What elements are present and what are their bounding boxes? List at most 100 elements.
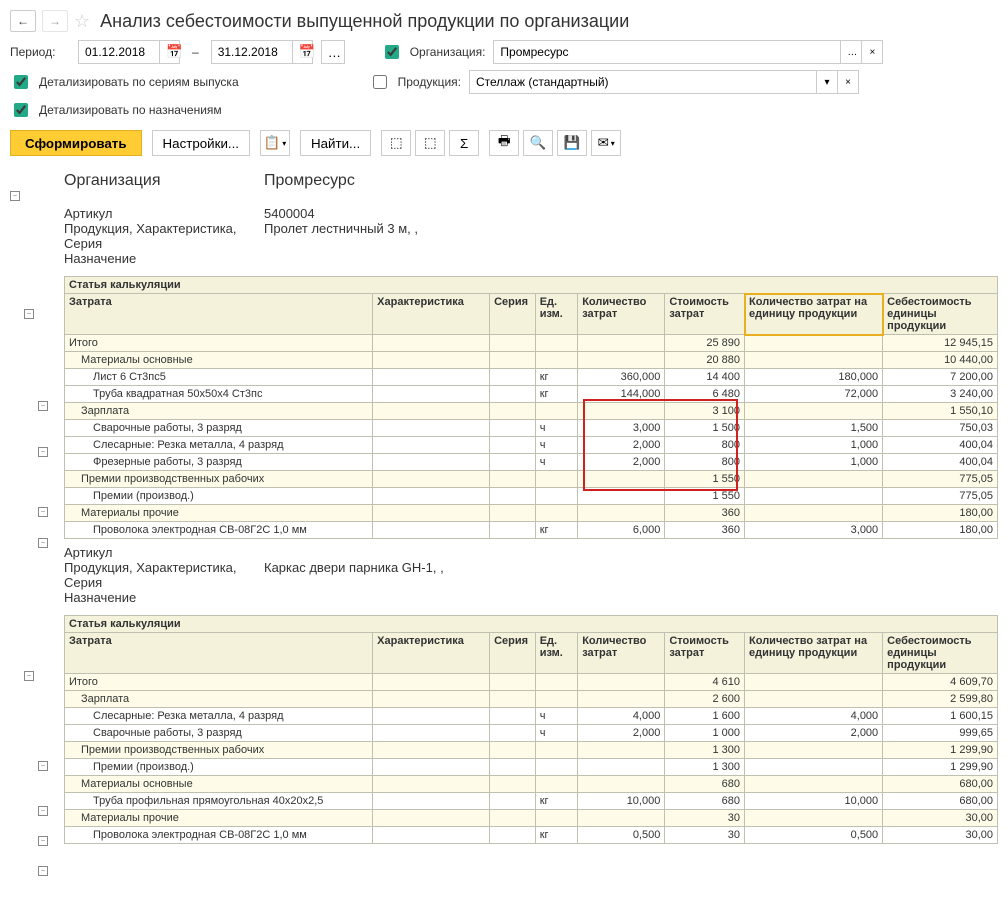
org-input[interactable] [493,40,841,64]
col-qty-unit: Количество затрат на единицу продукции [745,633,883,674]
calendar-icon: 📅 [299,44,316,59]
article-label: Артикул [64,206,264,221]
article-label: Артикул [64,545,264,560]
prod-checkbox[interactable] [373,75,387,89]
print-button[interactable]: 🖶 [489,130,519,156]
group-row[interactable]: Материалы основные680680,00 [65,776,998,793]
mail-icon: ✉ [598,135,609,151]
period-picker-button[interactable]: … [321,40,345,64]
data-row[interactable]: Лист 6 Ст3пс5кг360,00014 400180,0007 200… [65,369,998,386]
data-row[interactable]: Фрезерные работы, 3 разрядч2,0008001,000… [65,454,998,471]
favorite-star-icon[interactable]: ☆ [74,11,90,32]
sum-button[interactable]: Σ [449,130,479,156]
calc-section-header: Статья калькуляции [65,277,998,294]
prod-input[interactable] [469,70,817,94]
col-cost-unit: Себестоимость единицы продукции [883,294,998,335]
prod-clear-button[interactable]: × [837,70,859,94]
tree-toggle[interactable]: − [38,447,48,457]
org-checkbox[interactable] [385,45,399,59]
data-row[interactable]: Сварочные работы, 3 разрядч2,0001 0002,0… [65,725,998,742]
article-value: 5400004 [264,206,315,221]
detail-purpose-checkbox[interactable] [14,103,28,117]
detail-series-checkbox[interactable] [14,75,28,89]
col-qty: Количество затрат [578,294,665,335]
close-icon: × [869,47,875,58]
col-char: Характеристика [373,294,490,335]
col-qty: Количество затрат [578,633,665,674]
group-row[interactable]: Материалы прочие360180,00 [65,505,998,522]
date-range-separator: – [192,45,199,59]
tree-toggle[interactable]: − [24,671,34,681]
find-button[interactable]: Найти... [300,130,371,156]
save-button[interactable]: 💾 [557,130,587,156]
tree-toggle[interactable]: − [24,309,34,319]
product-value: Пролет лестничный 3 м, , [264,221,418,251]
data-row[interactable]: Проволока электродная СВ-08Г2С 1,0 ммкг6… [65,522,998,539]
calendar-icon: 📅 [166,44,183,59]
date-from-calendar-button[interactable]: 📅 [159,41,179,63]
tree-gutter: − − − − − − − − − − − [10,166,64,880]
tree-toggle[interactable]: − [38,866,48,876]
date-to-input[interactable]: 📅 [211,40,313,64]
cost-table: Статья калькуляции Затрата Характеристик… [64,615,998,844]
org-select-button[interactable]: … [840,40,862,64]
tree-toggle[interactable]: − [38,401,48,411]
tree-toggle[interactable]: − [38,806,48,816]
col-zatrata: Затрата [65,633,373,674]
form-button[interactable]: Сформировать [10,130,142,156]
ellipsis-icon: … [328,45,341,60]
org-checkbox-label: Организация: [410,45,486,59]
group-row[interactable]: Зарплата2 6002 599,80 [65,691,998,708]
page-title: Анализ себестоимости выпущенной продукци… [100,11,629,32]
group-row[interactable]: Премии производственных рабочих1 550775,… [65,471,998,488]
col-series: Серия [490,294,536,335]
variants-button[interactable]: 📋▾ [260,130,290,156]
date-to-calendar-button[interactable]: 📅 [292,41,312,63]
org-value: Промресурс [264,172,355,190]
period-label: Период: [10,45,70,59]
data-row[interactable]: Слесарные: Резка металла, 4 разрядч4,000… [65,708,998,725]
data-row[interactable]: Сварочные работы, 3 разрядч3,0001 5001,5… [65,420,998,437]
sigma-icon: Σ [460,136,468,151]
data-row[interactable]: Проволока электродная СВ-08Г2С 1,0 ммкг0… [65,827,998,844]
nav-back-button[interactable]: ← [10,10,36,32]
preview-icon: 🔍 [530,135,547,151]
data-row[interactable]: Премии (производ.)1 550775,05 [65,488,998,505]
group-row[interactable]: Зарплата3 1001 550,10 [65,403,998,420]
date-from-field[interactable] [79,43,159,61]
product-label: Продукция, Характеристика, Серия [64,560,264,590]
date-to-field[interactable] [212,43,292,61]
group-row[interactable]: Премии производственных рабочих1 3001 29… [65,742,998,759]
cost-table: Статья калькуляции Затрата Характеристик… [64,276,998,539]
data-row[interactable]: Труба профильная прямоугольная 40х20х2,5… [65,793,998,810]
data-row[interactable]: Слесарные: Резка металла, 4 разрядч2,000… [65,437,998,454]
arrow-right-icon: → [49,14,61,28]
tree-toggle[interactable]: − [38,507,48,517]
prod-dropdown-button[interactable]: ▾ [816,70,838,94]
detail-purpose-label: Детализировать по назначениям [39,103,222,117]
data-row[interactable]: Премии (производ.)1 3001 299,90 [65,759,998,776]
col-zatrata: Затрата [65,294,373,335]
org-clear-button[interactable]: × [861,40,883,64]
col-cost: Стоимость затрат [665,633,745,674]
close-icon: × [845,77,851,88]
tree-toggle[interactable]: − [38,538,48,548]
group-row[interactable]: Материалы прочие3030,00 [65,810,998,827]
date-from-input[interactable]: 📅 [78,40,180,64]
group-row[interactable]: Материалы основные20 88010 440,00 [65,352,998,369]
expand-button[interactable]: ⬚ [381,130,411,156]
tree-toggle[interactable]: − [38,761,48,771]
col-unit: Ед. изм. [535,633,578,674]
settings-button[interactable]: Настройки... [152,130,250,156]
tree-toggle[interactable]: − [10,191,20,201]
purpose-label: Назначение [64,251,264,266]
preview-button[interactable]: 🔍 [523,130,553,156]
email-button[interactable]: ✉▾ [591,130,621,156]
totals-row: Итого25 89012 945,15 [65,335,998,352]
nav-forward-button[interactable]: → [42,10,68,32]
col-char: Характеристика [373,633,490,674]
chevron-down-icon: ▾ [611,139,615,148]
tree-toggle[interactable]: − [38,836,48,846]
data-row[interactable]: Труба квадратная 50х50х4 Ст3пскг144,0006… [65,386,998,403]
collapse-button[interactable]: ⬚ [415,130,445,156]
